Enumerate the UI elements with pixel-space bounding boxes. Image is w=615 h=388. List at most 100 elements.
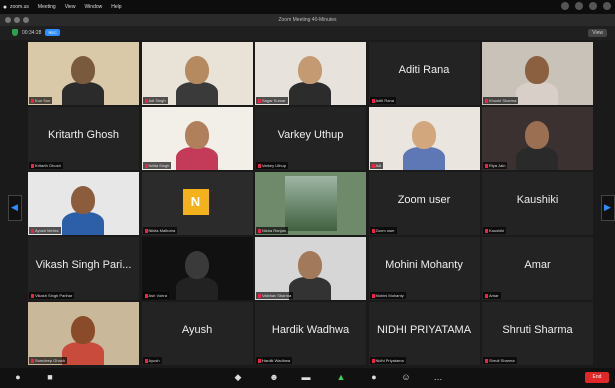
participant-face: [71, 316, 95, 344]
participant-name: Kaushiki: [516, 194, 559, 206]
menu-item-app[interactable]: zoom.us: [10, 4, 29, 10]
status-icon[interactable]: [589, 2, 597, 10]
participant-tile[interactable]: Aditi Rana Aditi Rana: [368, 42, 480, 105]
security-icon[interactable]: ◆: [232, 371, 244, 383]
status-icon[interactable]: [561, 2, 569, 10]
participant-label: Ash Vohra: [142, 292, 169, 299]
participant-body: [175, 277, 218, 300]
participant-tile[interactable]: Hardik Wadhwa Hardik Wadhwa: [255, 302, 366, 365]
muted-mic-icon: [144, 228, 148, 233]
record-icon[interactable]: ●: [368, 371, 380, 383]
more-icon[interactable]: …: [432, 371, 444, 383]
participant-label: Ishita Singh: [142, 162, 172, 169]
window-controls[interactable]: [5, 17, 29, 23]
participant-face: [71, 56, 95, 84]
participant-tile[interactable]: Kaushiki Kaushiki: [482, 172, 593, 235]
participant-label: Ayush: [142, 357, 162, 364]
muted-mic-icon: [485, 163, 488, 168]
participant-tile[interactable]: Riya Jain: [482, 107, 593, 170]
menu-item-window[interactable]: Window: [84, 4, 102, 10]
participant-tile[interactable]: Adi: [368, 107, 480, 170]
participant-tile[interactable]: NIDHI PRIYATAMA Nidhi Priyatama: [368, 302, 480, 365]
participant-label-text: Ayush: [148, 358, 160, 363]
participant-label: Nikita Malhotra: [142, 227, 178, 234]
participant-label: Amar: [483, 292, 501, 299]
participant-tile[interactable]: Ayush Mehra: [28, 172, 139, 235]
apple-icon[interactable]: ●: [0, 4, 10, 11]
participant-label-text: Nikita Malhotra: [148, 228, 176, 233]
participant-label-text: Varkey Uthup: [262, 163, 286, 168]
participant-label: Aditi Rana: [369, 97, 396, 104]
participant-tile[interactable]: Ayush Ayush: [141, 302, 253, 365]
participant-tile[interactable]: Vaibhav Sharma: [255, 237, 366, 300]
muted-mic-icon: [31, 98, 34, 103]
mute-icon[interactable]: ●: [12, 371, 24, 383]
participant-face: [298, 56, 322, 84]
meeting-toolbar: ● ■ ◆ ☻ ▬ ▲ ● ☺ … End: [0, 368, 615, 388]
participant-label-text: Kritarth Ghosh: [35, 163, 61, 168]
participant-tile[interactable]: Varkey Uthup Varkey Uthup: [255, 107, 366, 170]
participant-tile[interactable]: Kun Son: [28, 42, 139, 105]
participant-body: [175, 82, 218, 105]
participant-tile[interactable]: Ash Vohra: [141, 237, 253, 300]
end-meeting-button[interactable]: End: [585, 372, 609, 383]
participant-label: Vikash Singh Parihar: [29, 292, 75, 299]
participant-tile[interactable]: N Nikita Malhotra: [141, 172, 253, 235]
muted-mic-icon: [258, 293, 261, 298]
participant-label: Somdeep Ghosh: [29, 357, 68, 364]
muted-mic-icon: [258, 358, 261, 363]
participant-name: Varkey Uthup: [277, 129, 344, 141]
status-icon[interactable]: [603, 2, 611, 10]
participant-tile[interactable]: Vikash Singh Pari... Vikash Singh Parihar: [28, 237, 139, 300]
participant-body: [516, 147, 558, 170]
participant-name: Vikash Singh Pari...: [35, 259, 132, 271]
shield-icon[interactable]: [12, 29, 18, 36]
participant-label: Riya Jain: [483, 162, 508, 169]
video-camera-icon[interactable]: ■: [44, 371, 56, 383]
participant-label: Nisha Ranjan: [256, 227, 289, 234]
participant-label-text: Kun Son: [35, 98, 51, 103]
participant-tile[interactable]: Kritarth Ghosh Kritarth Ghosh: [28, 107, 139, 170]
prev-page-button[interactable]: ◀: [8, 195, 22, 221]
muted-mic-icon: [485, 228, 488, 233]
menubar-status-icons: [561, 2, 611, 10]
chat-icon[interactable]: ▬: [300, 371, 312, 383]
participant-name: Mohini Mohanty: [385, 259, 463, 271]
reactions-icon[interactable]: ☺: [400, 371, 412, 383]
participant-tile[interactable]: Ishita Singh: [141, 107, 253, 170]
participant-label-text: Nidhi Priyatama: [375, 358, 404, 363]
menu-item-view[interactable]: View: [65, 4, 76, 10]
muted-mic-icon: [371, 358, 375, 363]
participant-face: [411, 121, 436, 149]
maximize-icon[interactable]: [23, 17, 29, 23]
participant-tile[interactable]: Mohini Mohanty Mohini Mohanty: [368, 237, 480, 300]
menu-item-help[interactable]: Help: [111, 4, 121, 10]
chevron-right-icon: ▶: [604, 202, 611, 212]
participant-tile[interactable]: Khushi Sharma: [482, 42, 593, 105]
participant-tile[interactable]: Shruti Sharma Shruti Sharma: [482, 302, 593, 365]
participant-tile[interactable]: Amar Amar: [482, 237, 593, 300]
gallery-view: Kun Son Adi Singh Sagar Kumar Aditi Rana Adi…: [28, 42, 593, 365]
participant-face: [298, 251, 322, 279]
muted-mic-icon: [31, 293, 34, 298]
participant-tile[interactable]: Zoom user Zoom user: [368, 172, 480, 235]
view-button[interactable]: View: [588, 29, 607, 37]
participant-tile[interactable]: Somdeep Ghosh: [28, 302, 139, 365]
next-page-button[interactable]: ▶: [601, 195, 615, 221]
close-icon[interactable]: [5, 17, 11, 23]
muted-mic-icon: [485, 358, 488, 363]
menu-item-meeting[interactable]: Meeting: [38, 4, 56, 10]
participant-tile[interactable]: Adi Singh: [141, 42, 253, 105]
status-icon[interactable]: [575, 2, 583, 10]
participant-tile[interactable]: Sagar Kumar: [255, 42, 366, 105]
system-menubar: ● zoom.us Meeting View Window Help: [0, 0, 615, 14]
participant-label: Shruti Sharma: [483, 357, 517, 364]
participants-icon[interactable]: ☻: [268, 371, 280, 383]
minimize-icon[interactable]: [14, 17, 20, 23]
participant-tile[interactable]: Nisha Ranjan: [255, 172, 366, 235]
participant-name: Hardik Wadhwa: [271, 324, 350, 336]
share-screen-icon[interactable]: ▲: [335, 371, 347, 383]
participant-face: [71, 186, 95, 214]
participant-name: Amar: [524, 259, 551, 271]
participant-label-text: Somdeep Ghosh: [35, 358, 66, 363]
